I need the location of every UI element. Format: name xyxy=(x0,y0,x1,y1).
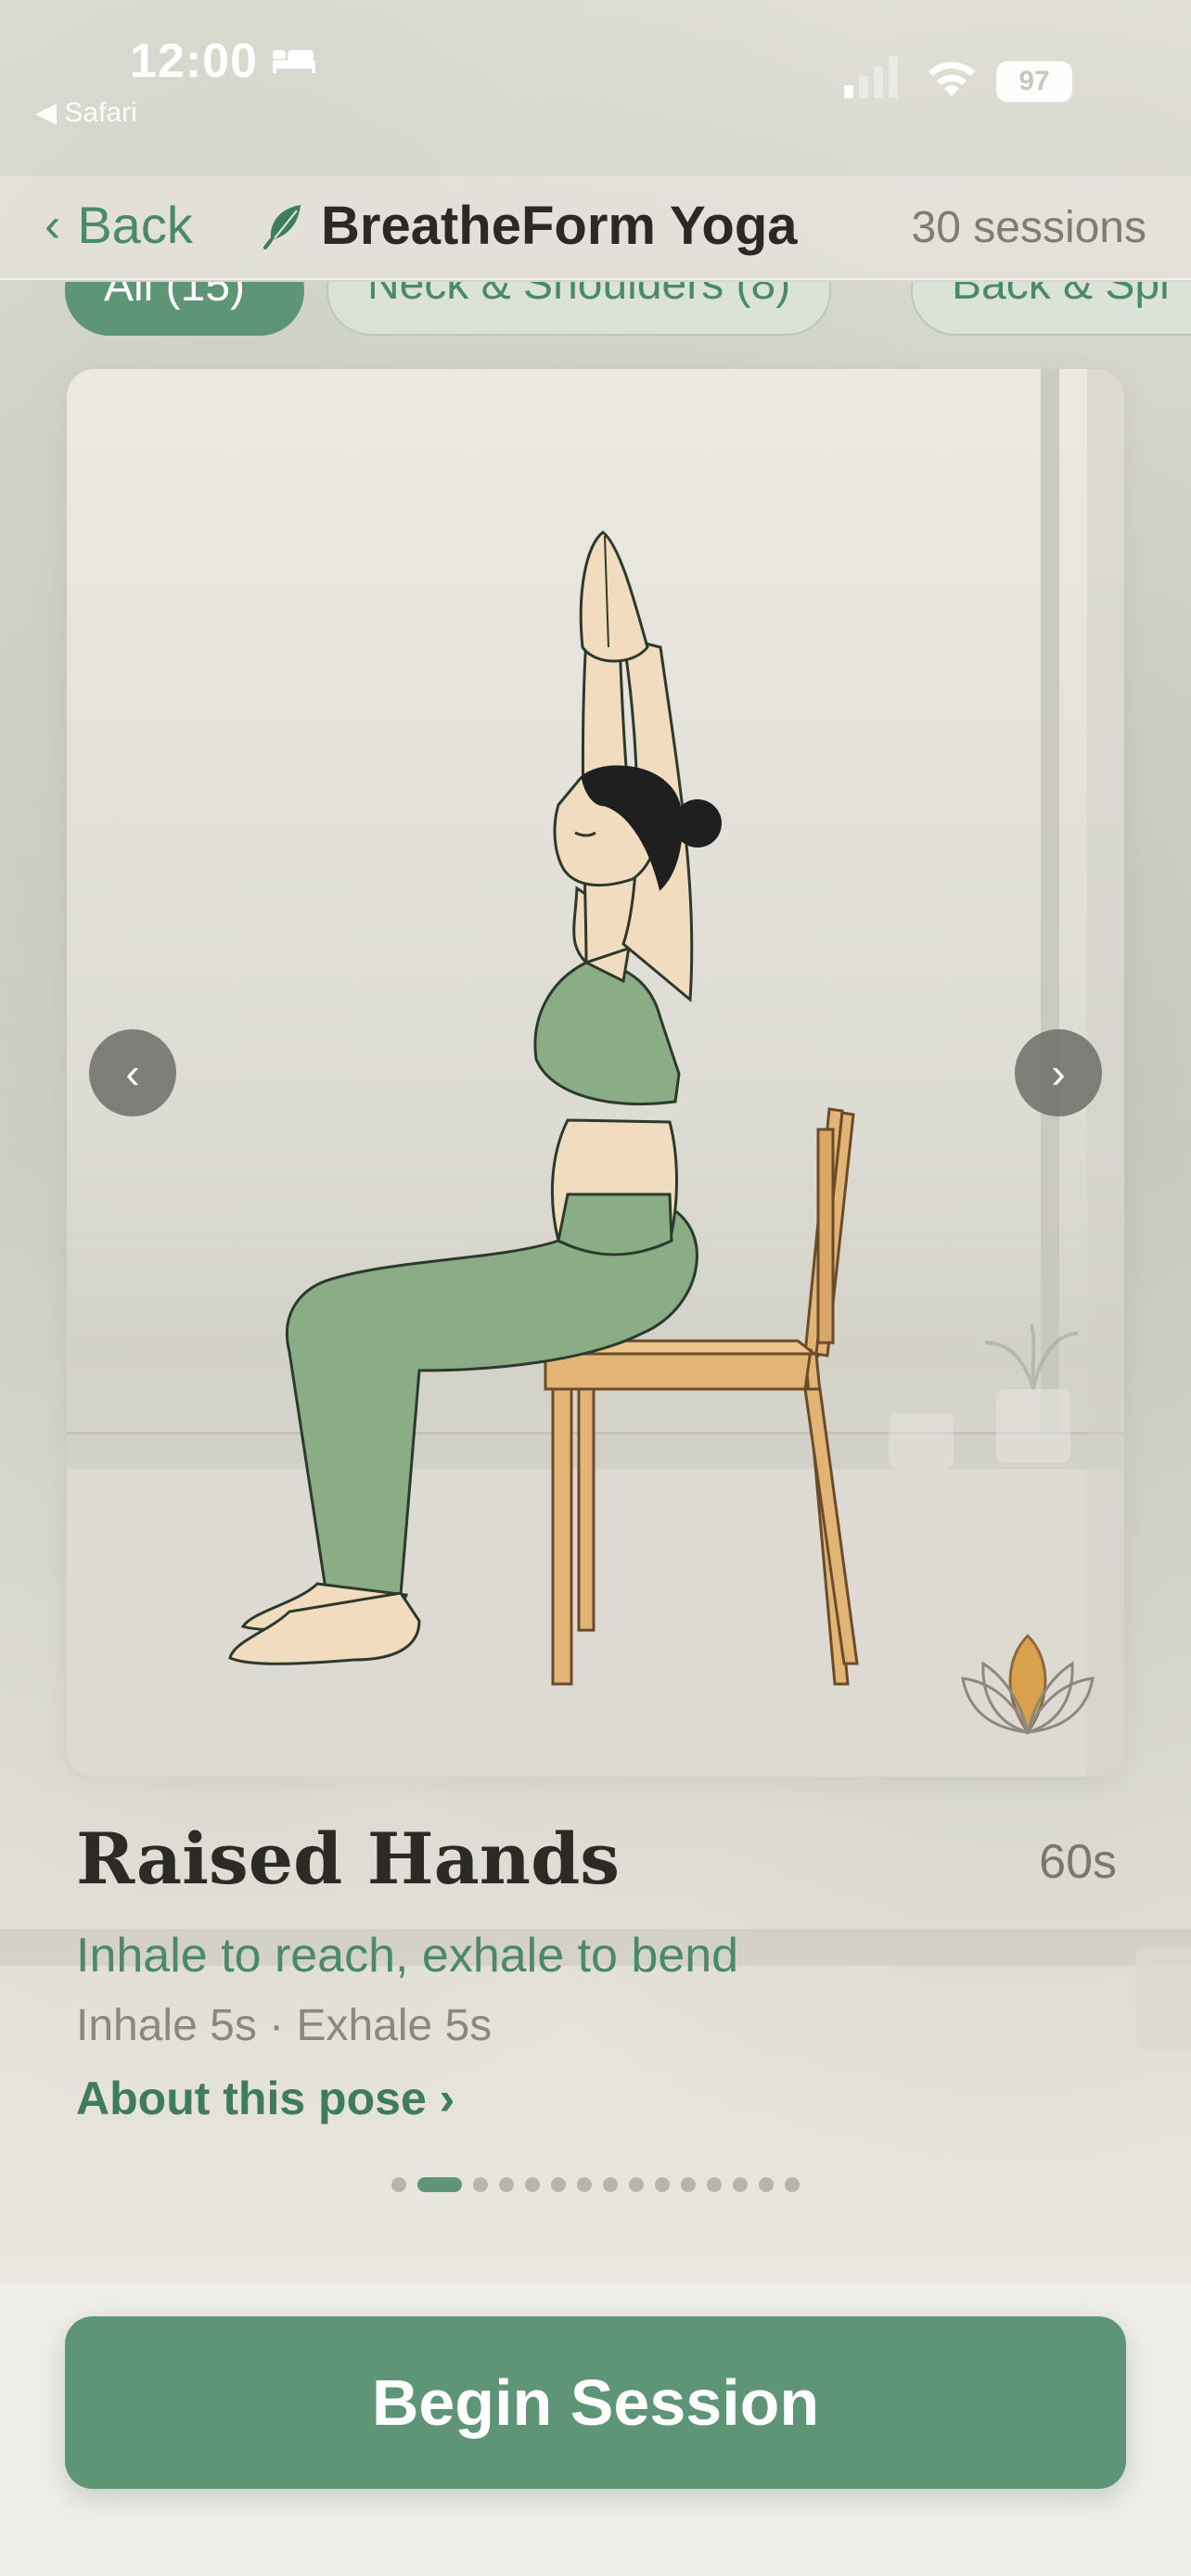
background-mug xyxy=(1135,1947,1191,2049)
chevron-right-icon: › xyxy=(1051,1049,1066,1097)
filter-chip-back-spine[interactable]: Back & Spi xyxy=(911,282,1191,336)
filter-chips: All (15) Neck & Shoulders (8) Back & Spi xyxy=(0,282,1191,336)
cellular-signal-icon xyxy=(844,56,898,98)
status-time: 12:00 xyxy=(130,34,258,88)
carousel-dot[interactable] xyxy=(707,2177,722,2192)
carousel-dot[interactable] xyxy=(603,2177,618,2192)
previous-pose-button[interactable]: ‹ xyxy=(89,1029,176,1116)
pose-name: Raised Hands xyxy=(76,1817,620,1900)
carousel-dot[interactable] xyxy=(785,2177,800,2192)
breath-timing: Inhale 5s · Exhale 5s xyxy=(76,2001,493,2050)
about-pose-link[interactable]: About this pose › xyxy=(76,2072,1115,2125)
leaf-icon xyxy=(263,204,301,249)
status-bar: 12:00 ◀ Safari 97 xyxy=(0,0,1191,158)
carousel-dot[interactable] xyxy=(577,2177,592,2192)
pose-cue: Inhale to reach, exhale to bend xyxy=(76,1929,739,1983)
sleep-mode-icon xyxy=(273,50,315,73)
wifi-icon xyxy=(928,61,975,96)
carousel-dot[interactable] xyxy=(499,2177,514,2192)
navigation-bar: ‹ Back BreatheForm Yoga 30 sessions xyxy=(0,176,1191,280)
begin-session-button[interactable]: Begin Session xyxy=(65,2316,1126,2489)
app-brand: BreatheForm Yoga xyxy=(263,195,798,257)
arms xyxy=(579,530,694,1003)
carousel-dot[interactable] xyxy=(473,2177,488,2192)
pose-card[interactable] xyxy=(67,369,1124,1777)
carousel-dot[interactable] xyxy=(733,2177,748,2192)
carousel-dot[interactable] xyxy=(391,2177,406,2192)
carousel-dot[interactable] xyxy=(417,2177,462,2192)
back-label: Back xyxy=(77,196,193,254)
sessions-count: 30 sessions xyxy=(911,203,1146,252)
carousel-dot[interactable] xyxy=(525,2177,540,2192)
back-button[interactable]: ‹ Back xyxy=(45,195,193,255)
background-plant xyxy=(889,1323,1079,1469)
lotus-icon xyxy=(961,1633,1095,1735)
battery-indicator: 97 xyxy=(996,61,1072,102)
carousel-dot[interactable] xyxy=(759,2177,774,2192)
pose-duration: 60s xyxy=(1039,1835,1117,1889)
chevron-left-icon: ‹ xyxy=(45,198,61,252)
chevron-left-icon: ‹ xyxy=(125,1049,140,1097)
pose-illustration xyxy=(228,530,1095,1735)
next-pose-button[interactable]: › xyxy=(1015,1029,1102,1116)
carousel-dot[interactable] xyxy=(551,2177,566,2192)
head xyxy=(553,765,722,891)
filter-chip-neck-shoulders[interactable]: Neck & Shoulders (8) xyxy=(327,282,832,336)
carousel-page-indicator[interactable] xyxy=(0,2177,1191,2192)
carousel-dot[interactable] xyxy=(681,2177,696,2192)
filter-chip-all[interactable]: All (15) xyxy=(65,282,304,336)
legs xyxy=(228,1202,698,1665)
app-title: BreatheForm Yoga xyxy=(321,196,798,256)
back-to-safari-link[interactable]: ◀ Safari xyxy=(35,96,137,129)
carousel-dot[interactable] xyxy=(655,2177,670,2192)
pose-info: Raised Hands 60s Inhale to reach, exhale… xyxy=(76,1817,1117,2125)
carousel-dot[interactable] xyxy=(629,2177,644,2192)
